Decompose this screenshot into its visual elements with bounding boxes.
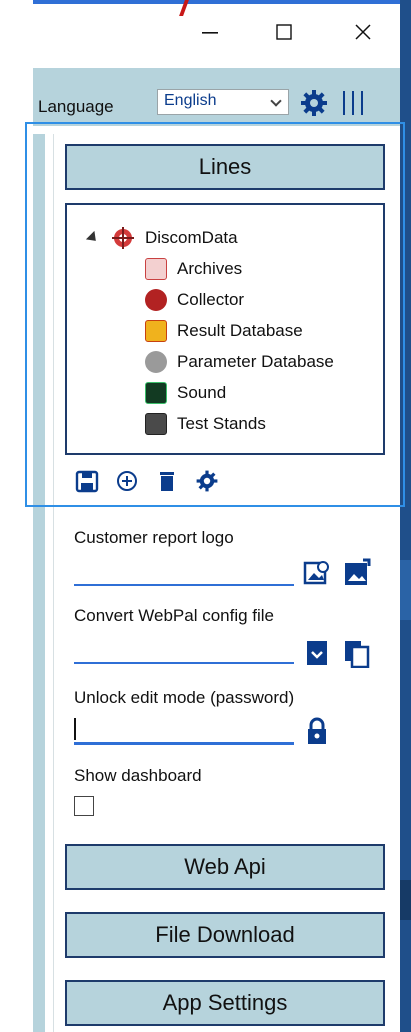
file-import-icon[interactable] <box>302 638 332 668</box>
tree-item-collector[interactable]: Collector <box>145 286 244 314</box>
webpal-label: Convert WebPal config file <box>74 606 275 625</box>
discom-logo-icon <box>112 227 134 249</box>
lines-toolbar <box>72 466 232 496</box>
tree-item-label: Parameter Database <box>177 352 334 371</box>
file-download-button[interactable]: File Download <box>65 912 385 958</box>
archives-icon <box>145 258 167 280</box>
file-convert-icon[interactable] <box>342 638 372 668</box>
tree-item-label: Result Database <box>177 321 303 340</box>
maximize-icon <box>276 24 292 40</box>
language-bar: Language English <box>33 68 400 126</box>
desktop-background <box>400 0 411 1032</box>
menu-bars-icon[interactable] <box>338 88 368 118</box>
customer-logo-label: Customer report logo <box>74 528 234 547</box>
lines-tree: DiscomData Archives Collector Result Dat… <box>65 203 385 455</box>
webpal-field[interactable] <box>74 662 294 664</box>
lines-button[interactable]: Lines <box>65 144 385 190</box>
tree-item-parameter-database[interactable]: Parameter Database <box>145 348 334 376</box>
lock-icon[interactable] <box>302 716 332 746</box>
chevron-down-icon <box>270 95 282 107</box>
image-upload-icon[interactable] <box>342 558 372 588</box>
gear-icon <box>196 470 218 492</box>
collector-icon <box>145 289 167 311</box>
test-stands-icon <box>145 413 167 435</box>
image-search-icon[interactable] <box>302 558 332 588</box>
tree-item-sound[interactable]: Sound <box>145 379 226 407</box>
delete-button[interactable] <box>152 466 182 496</box>
title-bar <box>0 0 400 60</box>
dashboard-label: Show dashboard <box>74 766 202 785</box>
tree-root[interactable]: DiscomData <box>85 225 238 251</box>
unlock-label: Unlock edit mode (password) <box>74 688 295 707</box>
tree-item-result-database[interactable]: Result Database <box>145 317 303 345</box>
app-settings-button[interactable]: App Settings <box>65 980 385 1026</box>
customer-logo-field[interactable] <box>74 584 294 586</box>
tree-item-archives[interactable]: Archives <box>145 255 242 283</box>
desktop-block <box>400 560 411 620</box>
tree-item-label: Sound <box>177 383 227 402</box>
language-value: English <box>164 92 217 109</box>
language-label: Language <box>38 97 114 116</box>
dashboard-checkbox[interactable] <box>74 796 94 816</box>
lines-button-label: Lines <box>198 154 252 179</box>
file-download-button-label: File Download <box>155 922 295 947</box>
expand-triangle-icon[interactable] <box>85 230 101 246</box>
tree-item-test-stands[interactable]: Test Stands <box>145 410 266 438</box>
desktop-block <box>400 880 411 920</box>
maximize-button[interactable] <box>264 15 304 49</box>
close-icon <box>355 24 371 40</box>
settings-button[interactable] <box>192 466 222 496</box>
tree-item-label: Collector <box>177 290 245 309</box>
left-rail <box>33 134 45 1032</box>
sound-icon <box>145 382 167 404</box>
password-field[interactable] <box>74 742 294 745</box>
save-button[interactable] <box>72 466 102 496</box>
web-api-button-label: Web Api <box>184 854 266 879</box>
tree-item-label: Test Stands <box>177 414 266 433</box>
close-button[interactable] <box>343 15 383 49</box>
add-button[interactable] <box>112 466 142 496</box>
tree-root-label: DiscomData <box>145 228 238 247</box>
minimize-icon <box>202 32 218 34</box>
web-api-button[interactable]: Web Api <box>65 844 385 890</box>
add-circle-icon <box>117 471 137 491</box>
tree-item-label: Archives <box>177 259 243 278</box>
language-select[interactable]: English <box>157 89 289 115</box>
parameter-database-icon <box>145 351 167 373</box>
app-settings-button-label: App Settings <box>162 990 288 1015</box>
result-database-icon <box>145 320 167 342</box>
gear-icon[interactable] <box>299 88 329 118</box>
title-line <box>33 0 400 4</box>
trash-icon <box>160 472 174 491</box>
text-caret <box>74 718 76 740</box>
save-icon <box>75 470 99 493</box>
minimize-button[interactable] <box>190 15 230 49</box>
